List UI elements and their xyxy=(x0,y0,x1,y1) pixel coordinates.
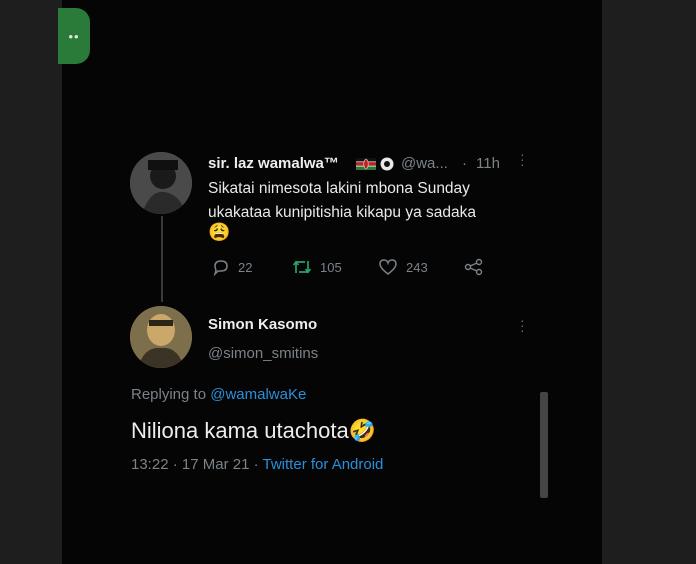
display-name-original[interactable]: sir. laz wamalwa™ xyxy=(208,155,339,172)
replying-prefix: Replying to xyxy=(131,386,207,403)
reply-text: Niliona kama utachota xyxy=(131,418,349,443)
kenya-flag-icon xyxy=(356,158,376,170)
share-action[interactable] xyxy=(464,258,484,276)
retweet-icon xyxy=(292,260,312,274)
tweet-emoji: 😩 xyxy=(208,222,231,242)
source-link[interactable]: Twitter for Android xyxy=(263,456,384,473)
avatar-original[interactable] xyxy=(130,152,192,214)
scrollbar[interactable] xyxy=(540,392,548,498)
like-icon xyxy=(379,259,397,275)
display-name-reply[interactable]: Simon Kasomo xyxy=(208,316,317,333)
handle-reply[interactable]: @simon_smitins xyxy=(208,345,318,362)
tweet-text-line2: ukakataa kunipitishia kikapu ya sadaka xyxy=(208,204,476,221)
reply-action[interactable]: 22 xyxy=(212,258,252,276)
share-icon xyxy=(464,258,483,276)
reply-emoji: 🤣 xyxy=(348,418,377,443)
separator: · xyxy=(462,155,467,172)
replying-handle-link[interactable]: @wamalwaKe xyxy=(210,386,306,403)
like-count: 243 xyxy=(406,259,428,275)
reply-count: 22 xyxy=(238,259,253,275)
tweet-screen xyxy=(62,0,602,564)
handle-original[interactable]: @wa... xyxy=(401,155,448,172)
reply-meta: 13:22 · 17 Mar 21 · Twitter for Android xyxy=(131,456,384,473)
avatar-reply[interactable] xyxy=(130,306,192,368)
reply-date[interactable]: 17 Mar 21 xyxy=(182,456,250,473)
retweet-action[interactable]: 105 xyxy=(292,258,342,276)
tweet-text-line1: Sikatai nimesota lakini mbona Sunday xyxy=(208,180,470,197)
more-icon[interactable]: · · · xyxy=(520,147,525,171)
like-action[interactable]: 243 xyxy=(378,258,428,276)
time-ago[interactable]: 11h xyxy=(476,155,500,172)
reply-text-block: Niliona kama utachota🤣 xyxy=(131,418,376,444)
thread-line xyxy=(161,216,163,302)
badge-icon xyxy=(380,157,394,171)
retweet-count: 105 xyxy=(320,259,342,275)
reply-time[interactable]: 13:22 xyxy=(131,456,169,473)
more-icon[interactable]: · · · xyxy=(520,313,525,337)
reply-icon xyxy=(213,260,228,276)
replying-to: Replying to @wamalwaKe xyxy=(131,386,306,403)
floating-bubble[interactable]: •• xyxy=(58,8,90,64)
